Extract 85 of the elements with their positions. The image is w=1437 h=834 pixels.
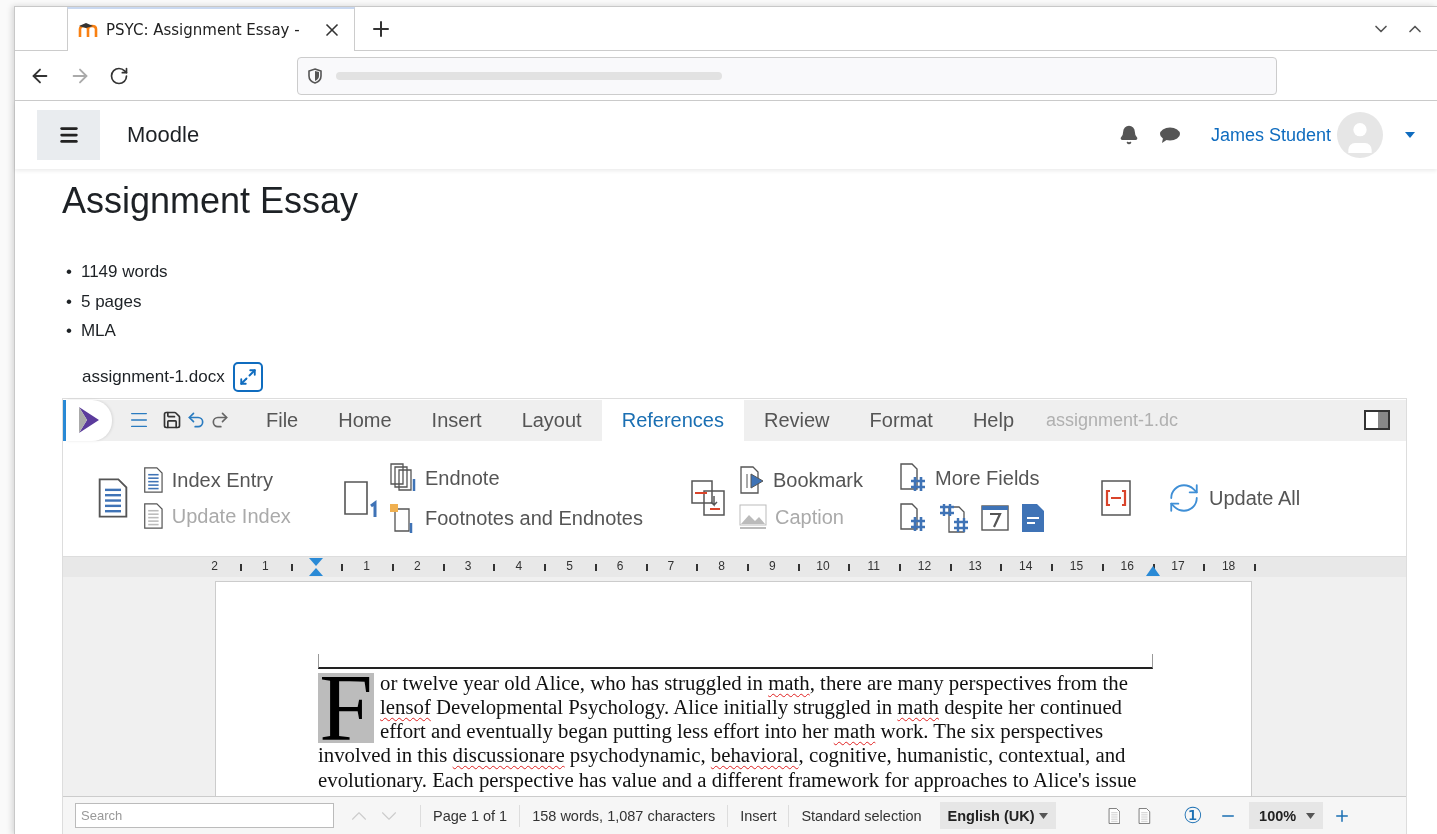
bullet: •	[66, 261, 72, 283]
moodle-logo-icon	[78, 22, 98, 38]
ribbon-button[interactable]: Endnote	[389, 463, 679, 493]
bookmark-icon	[739, 466, 765, 494]
selection-mode: Standard selection	[788, 804, 934, 827]
menu-tab[interactable]: Review	[743, 399, 850, 441]
multi-page-icon	[1138, 807, 1152, 824]
ruler-number: 7	[667, 558, 675, 573]
expand-button[interactable]	[232, 361, 263, 392]
caret-icon	[1306, 812, 1316, 819]
ruler-number: 9	[768, 558, 776, 573]
menu-tab[interactable]: File	[246, 399, 319, 441]
page-title: Assignment Essay	[62, 179, 360, 223]
caret-icon	[1038, 812, 1048, 819]
more-fields-icon	[899, 463, 927, 493]
view-indicator[interactable]: ①	[1183, 802, 1204, 829]
calendar-field-icon	[981, 505, 1009, 531]
user-name[interactable]: James Student	[1210, 124, 1331, 146]
bullet: •	[66, 320, 72, 342]
ruler-number: 2	[211, 558, 218, 573]
menu-tab[interactable]: Help	[952, 399, 1035, 441]
browser-tab[interactable]: PSYC: Assignment Essay -	[67, 7, 355, 51]
ruler-number: 3	[464, 558, 472, 573]
ruler-number: 5	[566, 558, 573, 573]
file-name: assignment-1.docx	[82, 366, 225, 387]
ruler-number: 6	[616, 558, 624, 573]
cross-reference-icon	[690, 479, 728, 517]
bullet: •	[66, 290, 72, 313]
document-field-icon	[1021, 503, 1045, 533]
ruler-number: 11	[867, 558, 880, 573]
refresh-icon	[1167, 481, 1201, 515]
ruler-number: 2	[414, 558, 421, 573]
ruler-number: 16	[1120, 558, 1134, 573]
ruler-number: 4	[515, 558, 523, 573]
search-field[interactable]: Search	[75, 803, 334, 828]
ruler-number: 10	[816, 558, 830, 573]
ruler-number: 18	[1221, 558, 1236, 573]
footnote-icon	[343, 478, 379, 518]
single-page-icon	[1107, 807, 1121, 824]
tab-title: PSYC: Assignment Essay -	[106, 21, 301, 39]
zoom-dropdown[interactable]: 100%	[1249, 802, 1324, 829]
app-logo[interactable]	[66, 399, 112, 441]
expand-icon	[238, 367, 257, 386]
page-number-field-icon	[899, 503, 927, 533]
menu-tab[interactable]: Home	[318, 399, 412, 441]
index-document-icon	[97, 478, 129, 518]
update-index-icon	[143, 503, 164, 529]
insert-mode: Insert	[727, 804, 789, 827]
shield-icon	[308, 67, 322, 84]
page-count-field-icon	[939, 503, 969, 533]
ruler-number: 8	[718, 558, 725, 573]
menu-tab[interactable]: References	[601, 399, 744, 441]
caret-icon[interactable]	[1403, 130, 1417, 140]
document-name: assignment-1.dc	[1046, 409, 1180, 431]
menu-icon	[57, 124, 80, 146]
site-name: Moodle	[127, 122, 201, 148]
ruler-number: 17	[1171, 558, 1185, 573]
ruler-number: 1	[261, 558, 269, 573]
ribbon-button[interactable]: Index Entry	[143, 467, 333, 493]
detail-item: MLA	[80, 320, 116, 342]
detail-item: 5 pages	[80, 290, 142, 313]
ruler-number: 12	[917, 558, 932, 573]
page-count: Page 1 of 1	[420, 804, 520, 827]
word-count: 158 words, 1,087 characters	[519, 804, 728, 827]
detail-item: 1149 words	[80, 261, 168, 283]
menu-tab[interactable]: Insert	[411, 399, 502, 441]
ribbon-button[interactable]: Footnotes and Endnotes	[389, 503, 679, 533]
language-dropdown[interactable]: English (UK)	[939, 802, 1056, 829]
ribbon-button[interactable]: More Fields	[899, 463, 1079, 493]
indent-marker[interactable]	[309, 557, 323, 576]
index-entry-icon	[143, 467, 164, 493]
image-icon	[739, 504, 767, 530]
menu-button[interactable]	[37, 110, 100, 160]
ruler-number: 15	[1069, 558, 1084, 573]
field-bracket-icon	[1100, 479, 1132, 517]
sidebar-toggle-icon[interactable]	[1362, 408, 1392, 432]
page-icon[interactable]	[1105, 805, 1123, 826]
ribbon-button[interactable]: Update All	[1167, 481, 1301, 515]
ruler-number: 14	[1019, 558, 1033, 573]
ruler-number: 1	[363, 558, 371, 573]
ruler-number: 13	[968, 558, 982, 573]
menu-tab[interactable]: Format	[849, 399, 953, 441]
ribbon-button[interactable]: Bookmark	[739, 466, 899, 494]
endnote-icon	[389, 463, 417, 493]
menu-tab[interactable]: Layout	[501, 399, 602, 441]
